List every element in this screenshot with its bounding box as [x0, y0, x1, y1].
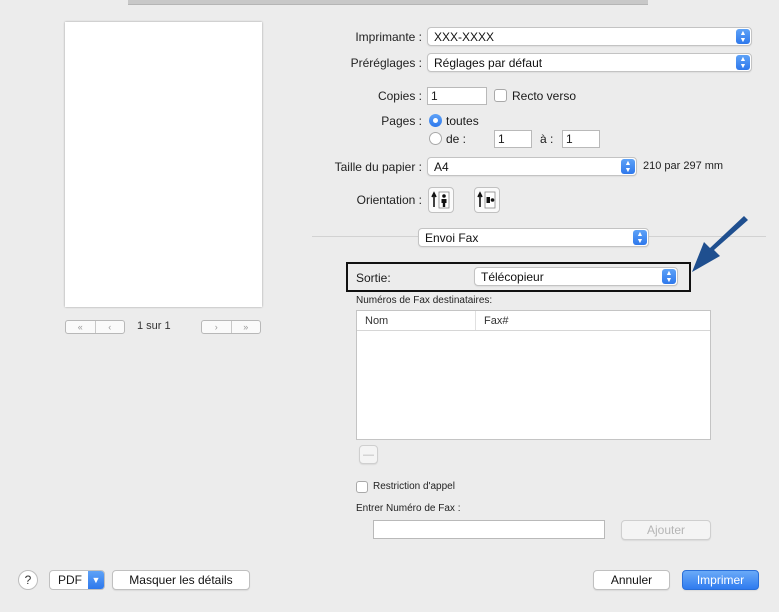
help-button[interactable]: ? [18, 570, 38, 590]
first-page-icon[interactable]: « [66, 321, 95, 333]
cancel-button[interactable]: Annuler [593, 570, 670, 590]
output-label: Sortie: [356, 271, 391, 285]
recipients-label: Numéros de Fax destinataires: [356, 295, 493, 306]
orientation-label: Orientation : [356, 193, 422, 207]
print-button[interactable]: Imprimer [682, 570, 759, 590]
pages-to-field[interactable]: 1 [562, 130, 600, 148]
section-value: Envoi Fax [425, 230, 479, 245]
up-down-chevron-icon: ▲ ▼ [662, 269, 676, 284]
copies-field[interactable]: 1 [427, 87, 487, 105]
chevron-down-icon: ▼ [88, 571, 104, 589]
fax-entry-label: Entrer Numéro de Fax : [356, 503, 461, 514]
pdf-label: PDF [58, 573, 82, 587]
paper-value: A4 [434, 159, 449, 174]
landscape-orientation-button[interactable] [474, 187, 500, 213]
previous-page-icon[interactable]: ‹ [94, 321, 125, 333]
paper-popup[interactable]: A4 ▲ ▼ [427, 157, 637, 176]
recipients-table[interactable]: Nom Fax# [356, 310, 711, 440]
page-preview [65, 22, 262, 307]
pages-range-radio[interactable] [429, 132, 442, 145]
portrait-orientation-button[interactable] [428, 187, 454, 213]
output-popup[interactable]: Télécopieur ▲ ▼ [474, 267, 678, 286]
remove-recipient-button[interactable]: — [359, 445, 378, 464]
pdf-menu-button[interactable]: PDF ▼ [49, 570, 105, 590]
preview-nav-back-group: « ‹ [65, 320, 125, 334]
hide-details-button[interactable]: Masquer les détails [112, 570, 250, 590]
pages-all-label: toutes [446, 114, 479, 128]
pages-all-radio[interactable] [429, 114, 442, 127]
recipients-table-header: Nom Fax# [357, 311, 710, 331]
paper-label: Taille du papier : [334, 160, 422, 174]
paper-dimensions: 210 par 297 mm [643, 160, 724, 172]
restriction-checkbox[interactable] [356, 481, 368, 493]
presets-label: Préréglages : [350, 56, 422, 70]
preview-nav-forward-group: › » [201, 320, 261, 334]
landscape-person-icon [477, 191, 496, 209]
output-value: Télécopieur [481, 269, 544, 284]
up-down-chevron-icon: ▲ ▼ [621, 159, 635, 174]
last-page-icon[interactable]: » [230, 321, 261, 333]
presets-popup[interactable]: Réglages par défaut ▲ ▼ [427, 53, 752, 72]
up-down-chevron-icon: ▲ ▼ [736, 29, 750, 44]
duplex-checkbox[interactable] [494, 89, 507, 102]
pages-from-label: de : [446, 132, 467, 146]
pages-label: Pages : [381, 114, 422, 128]
presets-value: Réglages par défaut [434, 55, 543, 70]
pages-from-field[interactable]: 1 [494, 130, 532, 148]
next-page-icon[interactable]: › [202, 321, 231, 333]
restriction-label: Restriction d'appel [373, 481, 455, 492]
fax-number-input[interactable] [373, 520, 605, 539]
duplex-label: Recto verso [512, 89, 577, 103]
column-header-name[interactable]: Nom [357, 311, 475, 330]
copies-label: Copies : [377, 89, 422, 103]
up-down-chevron-icon: ▲ ▼ [736, 55, 750, 70]
printer-popup[interactable]: XXX-XXXX ▲ ▼ [427, 27, 752, 46]
printer-value: XXX-XXXX [434, 29, 495, 44]
column-header-fax[interactable]: Fax# [475, 311, 710, 330]
pages-to-label: à : [540, 132, 554, 146]
printer-label: Imprimante : [355, 30, 422, 44]
section-popup[interactable]: Envoi Fax ▲ ▼ [418, 228, 649, 247]
page-counter: 1 sur 1 [137, 320, 171, 332]
add-fax-button[interactable]: Ajouter [621, 520, 711, 540]
sheet-top-edge [128, 0, 648, 5]
up-down-chevron-icon: ▲ ▼ [633, 230, 647, 245]
portrait-person-icon [431, 191, 450, 209]
callout-arrow-icon [692, 216, 748, 272]
